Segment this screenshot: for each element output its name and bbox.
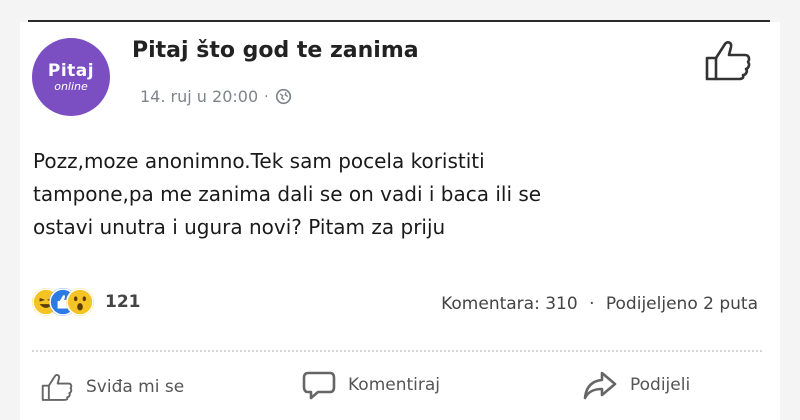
like-button-label: Sviđa mi se bbox=[86, 377, 185, 397]
post-text-line: tampone,pa me zanima dali se on vadi i b… bbox=[33, 182, 542, 206]
reaction-count: 121 bbox=[105, 292, 141, 312]
post-body: Pozz,moze anonimno.Tek sam pocela korist… bbox=[33, 145, 763, 244]
action-bar: Sviđa mi se Komentiraj Podijeli bbox=[0, 370, 800, 420]
like-button[interactable]: Sviđa mi se bbox=[40, 370, 184, 404]
post-text-line: ostavi unutra i ugura novi? Pitam za pri… bbox=[33, 215, 446, 239]
avatar-logo-subtext: online bbox=[54, 79, 88, 93]
actions-divider bbox=[32, 350, 762, 352]
thumbs-up-icon bbox=[41, 374, 73, 401]
comments-count[interactable]: Komentara: 310 bbox=[441, 294, 578, 314]
post-stats: Komentara: 310 · Podijeljeno 2 puta bbox=[441, 294, 758, 314]
page-avatar[interactable]: Pitaj online bbox=[32, 38, 110, 116]
share-icon bbox=[583, 371, 617, 400]
comment-button-label: Komentiraj bbox=[348, 375, 441, 395]
share-button-label: Podijeli bbox=[630, 375, 691, 395]
reactions-summary[interactable]: 121 bbox=[32, 288, 141, 316]
comment-button[interactable]: Komentiraj bbox=[302, 370, 440, 400]
share-button[interactable]: Podijeli bbox=[582, 370, 690, 400]
shares-count[interactable]: Podijeljeno 2 puta bbox=[606, 294, 758, 314]
page-name[interactable]: Pitaj što god te zanima bbox=[132, 38, 419, 63]
wow-icon bbox=[66, 288, 94, 316]
post-meta: 14. ruj u 20:00 · bbox=[140, 87, 292, 106]
post-timestamp[interactable]: 14. ruj u 20:00 bbox=[140, 87, 258, 106]
comment-icon bbox=[302, 371, 336, 400]
like-icon[interactable] bbox=[703, 38, 753, 82]
meta-separator: · bbox=[264, 88, 269, 105]
globe-icon bbox=[275, 88, 291, 105]
stats-separator: · bbox=[589, 294, 595, 314]
post-text-line: Pozz,moze anonimno.Tek sam pocela korist… bbox=[33, 149, 485, 173]
avatar-logo-text: Pitaj bbox=[47, 60, 95, 81]
